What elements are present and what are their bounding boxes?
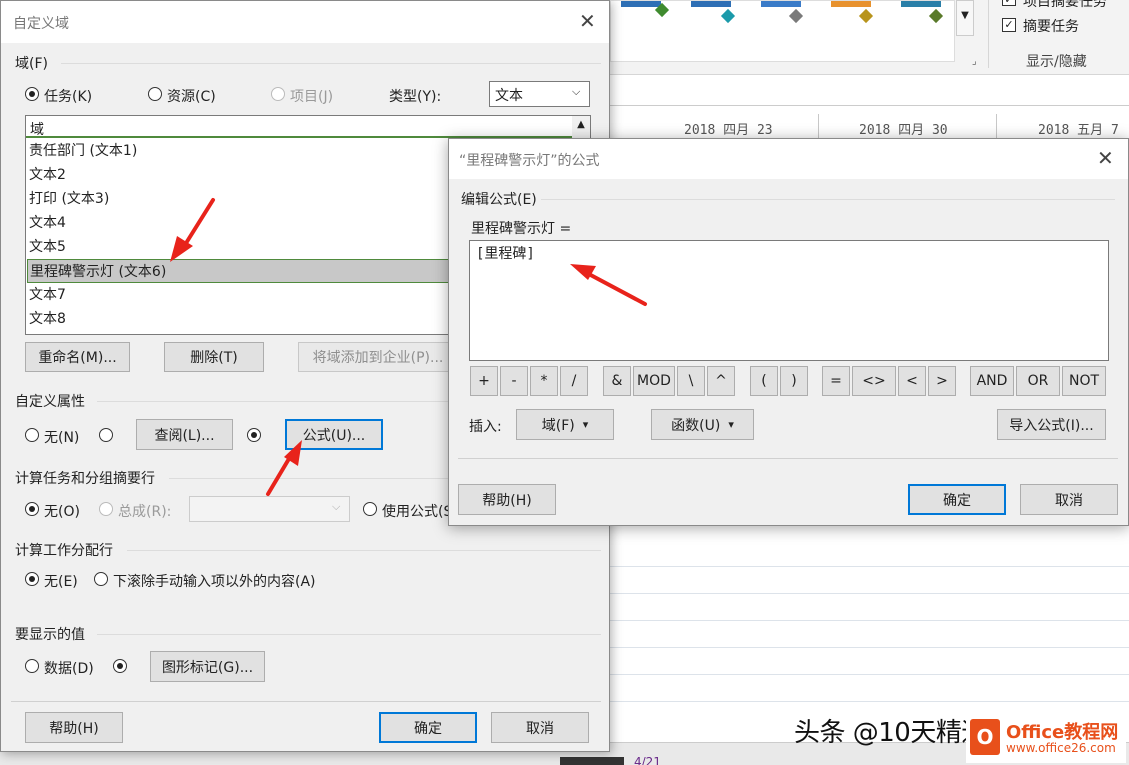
arrow-to-formula-button: [266, 440, 302, 496]
arrow-to-list-item: [170, 198, 215, 262]
arrow-to-formula-text: [570, 264, 647, 306]
annotation-arrows: [170, 198, 647, 496]
